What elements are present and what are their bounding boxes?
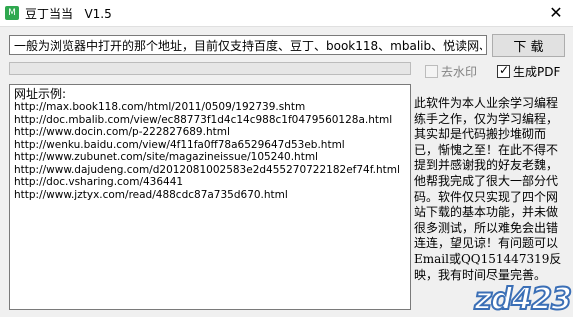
title-bar[interactable]: M 豆丁当当 V1.5 ✕	[0, 0, 573, 27]
example-url: http://www.jztyx.com/read/488cdc87a735d6…	[14, 188, 288, 201]
url-input[interactable]	[9, 35, 487, 55]
window-title: 豆丁当当 V1.5	[25, 7, 112, 21]
example-url: http://doc.mbalib.com/view/ec88773f1d4c1…	[14, 113, 393, 126]
close-button[interactable]: ✕	[545, 3, 567, 23]
example-url: http://max.book118.com/html/2011/0509/19…	[14, 101, 306, 113]
checkmark-icon: ✓	[499, 62, 510, 77]
remove-watermark-box[interactable]	[425, 64, 438, 78]
generate-pdf-box[interactable]: ✓	[497, 62, 510, 78]
download-progress-bar	[9, 62, 411, 75]
example-url: http://www.zubunet.com/site/magazineissu…	[14, 151, 318, 163]
main-window: M 豆丁当当 V1.5 ✕ 下 载 去水印 ✓ 生成PDF 网址示例: http…	[0, 0, 573, 317]
example-url: http://doc.vsharing.com/436441	[14, 176, 184, 188]
generate-pdf-checkbox[interactable]: ✓ 生成PDF	[497, 63, 560, 79]
example-url: http://www.dajudeng.com/d2012081002583e2…	[14, 163, 400, 176]
generate-pdf-label: 生成PDF	[513, 64, 561, 79]
download-button[interactable]: 下 载	[492, 34, 565, 57]
site-watermark-logo: zd423	[473, 282, 573, 317]
app-icon: M	[5, 6, 19, 20]
example-url: http://www.docin.com/p-222827689.html	[14, 126, 230, 138]
examples-heading: 网址示例:	[14, 87, 67, 101]
remove-watermark-checkbox[interactable]: 去水印	[425, 63, 477, 79]
about-note: 此软件为本人业余学习编程练手之作，仅为学习编程，其实却是代码搬抄堆砌而已，惭愧之…	[414, 96, 562, 282]
example-url: http://wenku.baidu.com/view/4f11fa0ff78a…	[14, 138, 345, 151]
remove-watermark-label: 去水印	[441, 64, 478, 79]
url-examples-textarea[interactable]: 网址示例: http://max.book118.com/html/2011/0…	[9, 84, 411, 310]
